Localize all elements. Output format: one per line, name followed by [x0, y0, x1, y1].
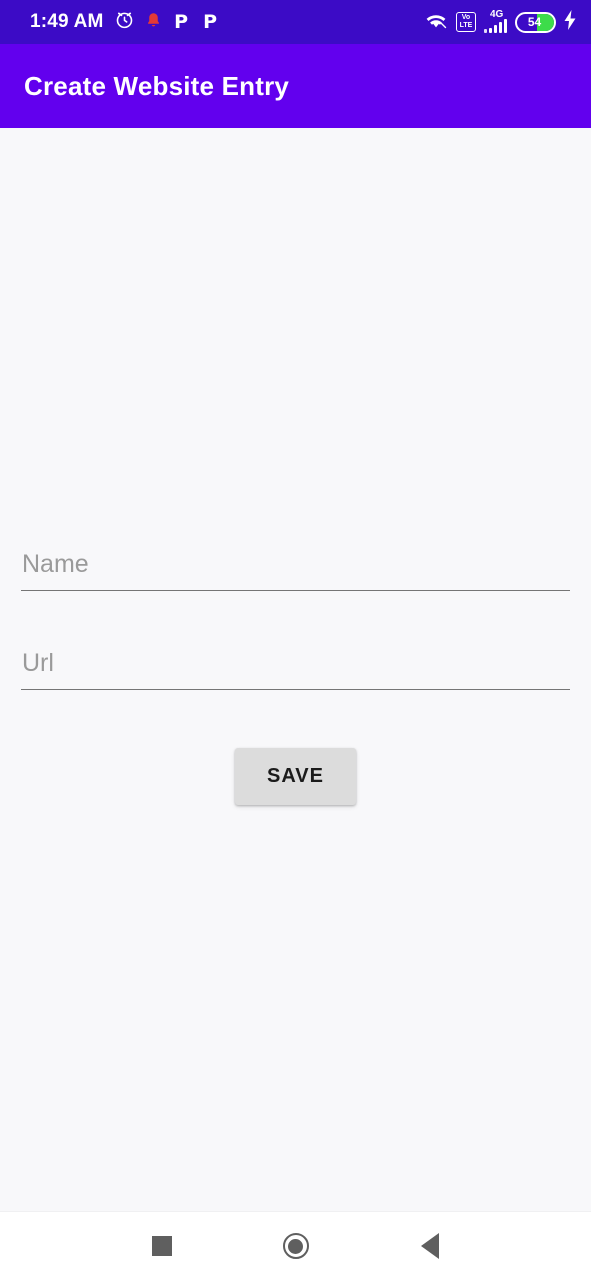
phonepe-icon: P [203, 10, 218, 33]
page-title: Create Website Entry [24, 70, 290, 101]
battery-indicator: 54 [515, 11, 556, 33]
volte-line-2: LTE [459, 22, 473, 29]
url-input[interactable] [21, 649, 570, 690]
signal-bar [484, 29, 487, 33]
wifi-icon [424, 10, 448, 35]
save-button[interactable]: SAVE [235, 748, 356, 805]
android-navigation-bar [0, 1211, 591, 1280]
home-circle-icon [282, 1233, 309, 1259]
status-bar-left: 1:49 AM P P [30, 9, 220, 35]
signal-bar [504, 19, 507, 33]
signal-bar [489, 28, 492, 33]
website-entry-form: SAVE [21, 550, 570, 805]
status-time: 1:49 AM [30, 11, 104, 32]
phonepe-icon: P [174, 10, 189, 33]
back-triangle-icon [420, 1233, 439, 1259]
name-field-wrapper [21, 550, 570, 591]
alarm-clock-icon [114, 9, 135, 35]
back-button[interactable] [406, 1222, 454, 1270]
save-button-row: SAVE [21, 748, 570, 805]
signal-bar [494, 25, 497, 33]
name-input[interactable] [21, 550, 570, 591]
recents-button[interactable] [138, 1222, 186, 1270]
status-bar-right: Vo LTE 4G 54 [424, 9, 577, 35]
app-bar: Create Website Entry [0, 44, 591, 128]
charging-bolt-icon [564, 9, 577, 35]
status-bar: 1:49 AM P P Vo LTE 4G 54 [0, 0, 591, 44]
home-button[interactable] [272, 1222, 320, 1270]
url-field-wrapper [21, 649, 570, 690]
volte-line-1: Vo [461, 14, 471, 21]
recents-square-icon [151, 1236, 172, 1256]
cellular-signal-icon: 4G [484, 9, 507, 33]
volte-icon: Vo LTE [456, 12, 476, 32]
signal-bars [484, 18, 507, 33]
notification-bell-icon [145, 10, 162, 35]
battery-level-label: 54 [527, 15, 542, 29]
main-content: SAVE [0, 128, 591, 1211]
network-type-label: 4G [490, 9, 504, 20]
signal-bar [499, 22, 502, 33]
phone-screen: 1:49 AM P P Vo LTE 4G 54 Create Website … [0, 0, 591, 1280]
